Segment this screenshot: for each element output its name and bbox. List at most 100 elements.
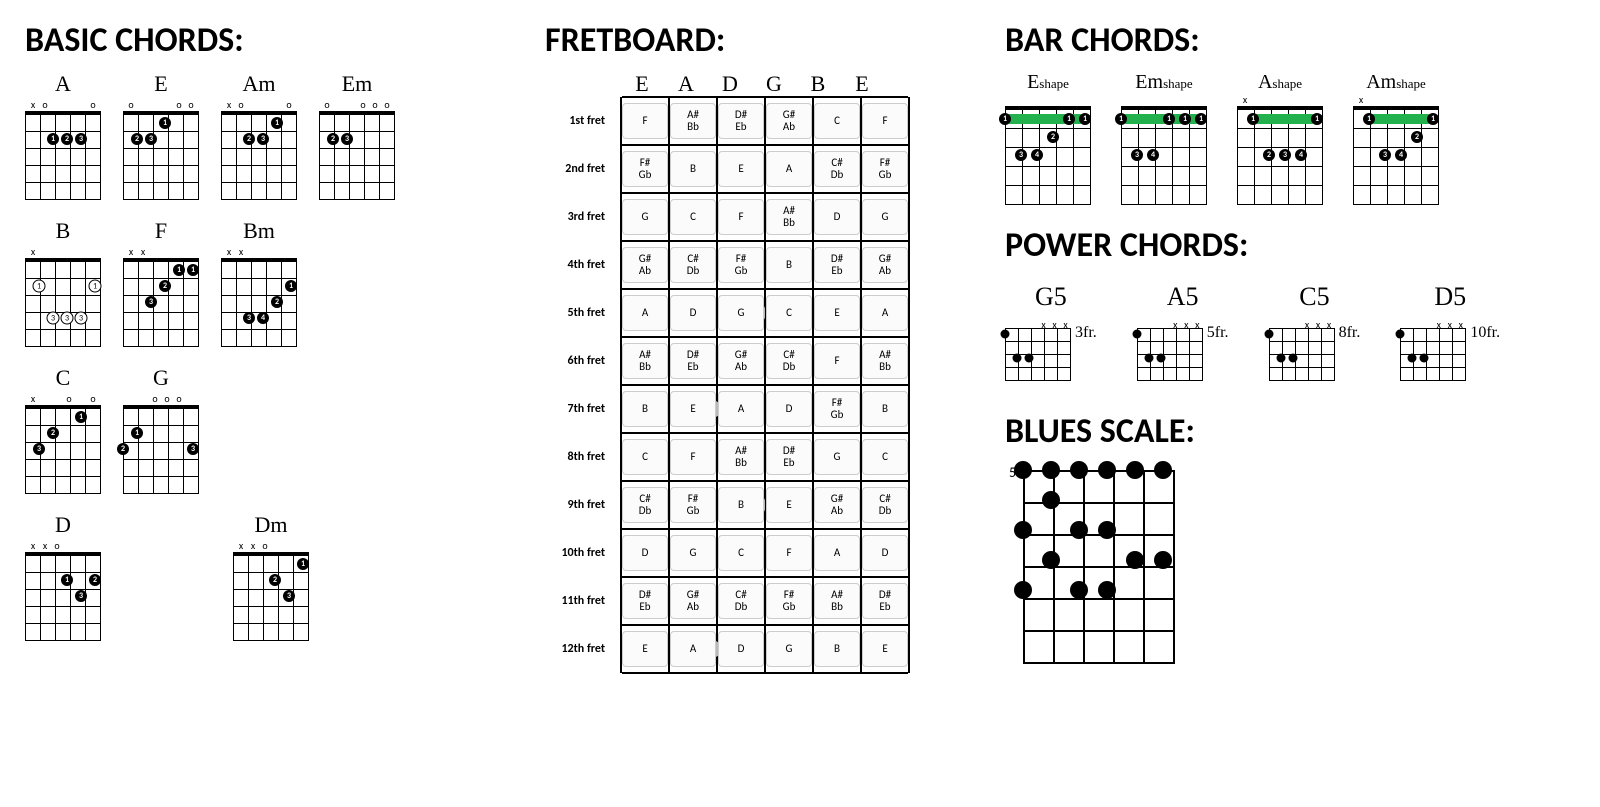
bar-chord-Eshape: Eshape111234 <box>1005 71 1091 205</box>
fret-note: G <box>766 631 812 667</box>
fret-note: F#Gb <box>814 391 860 427</box>
chord-grid: 111134 <box>1121 106 1207 205</box>
power-chord-label: G5 <box>1035 282 1067 312</box>
fret-row: 4th fretG#AbC#DbF#GbBD#EbG#Ab <box>545 241 965 289</box>
fret-note: D#Eb <box>862 583 908 619</box>
fret-note: G#Ab <box>766 103 812 139</box>
fret-note: A <box>622 295 668 331</box>
chord-grid: 123 <box>123 405 199 494</box>
fret-row: 3rd fretGCFA#BbDG <box>545 193 965 241</box>
fret-note: F#Gb <box>718 247 764 283</box>
fret-row: 7th fretBEADF#GbB <box>545 385 965 433</box>
chord-label: Dm <box>255 512 288 538</box>
fret-note: B <box>670 151 716 187</box>
fret-row: 5th fretADGCEA <box>545 289 965 337</box>
chord-E: Eooo123 <box>123 71 199 200</box>
fret-note: C#Db <box>622 487 668 523</box>
fret-label: 8th fret <box>545 450 620 464</box>
power-chords-title: POWER CHORDS: <box>1005 225 1525 266</box>
bar-chords-title: BAR CHORDS: <box>1005 20 1525 61</box>
fret-note: C <box>862 439 908 475</box>
chord-grid <box>1137 328 1203 381</box>
chord-label: F <box>155 218 167 244</box>
fret-note: C <box>670 199 716 235</box>
chord-grid: 123 <box>221 111 297 200</box>
chord-grid: 1123 <box>123 258 199 347</box>
open-string-note: E <box>620 71 664 97</box>
chord-label: G <box>153 365 169 391</box>
chord-grid: 123 <box>25 111 101 200</box>
chord-grid: 123 <box>233 552 309 641</box>
fret-note: B <box>862 391 908 427</box>
open-string-note: D <box>708 71 752 97</box>
fret-note: F <box>670 439 716 475</box>
bar-chord-Ashape: Ashapex11234 <box>1237 71 1323 205</box>
fret-note: A#Bb <box>814 583 860 619</box>
fret-note: F#Gb <box>670 487 716 523</box>
power-chord-label: A5 <box>1167 282 1199 312</box>
fret-row: 10th fretDGCFAD <box>545 529 965 577</box>
chord-Em: Emoooo23 <box>319 71 395 200</box>
fret-note: C <box>622 439 668 475</box>
fret-note: A <box>670 631 716 667</box>
fret-note: D#Eb <box>622 583 668 619</box>
fret-note: G <box>718 295 764 331</box>
fret-note: A#Bb <box>766 199 812 235</box>
fret-note: G <box>622 199 668 235</box>
bar-chord-label: Amshape <box>1366 71 1426 94</box>
fret-note: E <box>718 151 764 187</box>
chord-grid: 23 <box>319 111 395 200</box>
open-string-note: B <box>796 71 840 97</box>
fret-note: G <box>862 199 908 235</box>
fret-note: A#Bb <box>670 103 716 139</box>
chord-label: C <box>56 365 71 391</box>
chord-grid: 123 <box>25 405 101 494</box>
fretboard-title: FRETBOARD: <box>545 20 965 61</box>
chord-grid <box>1400 328 1466 381</box>
fret-note: D <box>670 295 716 331</box>
fret-label: 5th fret <box>545 306 620 320</box>
fret-row: 11th fretD#EbG#AbC#DbF#GbA#BbD#Eb <box>545 577 965 625</box>
chord-Dm: Dmxxo123 <box>233 512 309 641</box>
fret-row: 9th fretC#DbF#GbBEG#AbC#Db <box>545 481 965 529</box>
fret-row: 6th fretA#BbD#EbG#AbC#DbFA#Bb <box>545 337 965 385</box>
fret-note: E <box>622 631 668 667</box>
fret-note: A#Bb <box>622 343 668 379</box>
fret-note: A <box>766 151 812 187</box>
bar-chord-label: Emshape <box>1135 71 1192 94</box>
bar-chord-Emshape: Emshape 111134 <box>1121 71 1207 205</box>
fret-label: 12th fret <box>545 642 620 656</box>
chord-grid <box>1269 328 1335 381</box>
fret-note: G <box>814 439 860 475</box>
power-chord-label: C5 <box>1299 282 1329 312</box>
chord-A: Axoo123 <box>25 71 101 200</box>
chord-G: Gooo123 <box>123 365 199 494</box>
basic-chords-section: BASIC CHORDS: Axoo123Eooo123Amxoo123Emoo… <box>25 20 505 673</box>
fret-note: F <box>766 535 812 571</box>
power-chord-D5: D5xxx10fr. <box>1400 282 1500 381</box>
chord-label: B <box>56 218 71 244</box>
fret-note: B <box>814 631 860 667</box>
fret-note: C <box>766 295 812 331</box>
chord-grid <box>1005 328 1071 381</box>
fret-row: 8th fretCFA#BbD#EbGC <box>545 433 965 481</box>
bar-chord-label: Eshape <box>1027 71 1069 94</box>
fret-note: E <box>814 295 860 331</box>
fret-note: G <box>670 535 716 571</box>
fret-row: 2nd fretF#GbBEAC#DbF#Gb <box>545 145 965 193</box>
chord-label: Am <box>243 71 276 97</box>
open-string-note: A <box>664 71 708 97</box>
fret-note: A#Bb <box>862 343 908 379</box>
fret-note: D#Eb <box>718 103 764 139</box>
chord-grid: 11234 <box>1237 106 1323 205</box>
chord-grid: 11333 <box>25 258 101 347</box>
fret-note: F#Gb <box>766 583 812 619</box>
fret-note: E <box>862 631 908 667</box>
fret-label: 2nd fret <box>545 162 620 176</box>
chord-C: Cxoo123 <box>25 365 101 494</box>
fret-note: F <box>622 103 668 139</box>
chord-label: A <box>55 71 71 97</box>
fret-note: E <box>766 487 812 523</box>
right-column: BAR CHORDS: Eshape111234 Emshape 111134 Ash… <box>1005 20 1525 673</box>
chord-grid: 123 <box>25 552 101 641</box>
